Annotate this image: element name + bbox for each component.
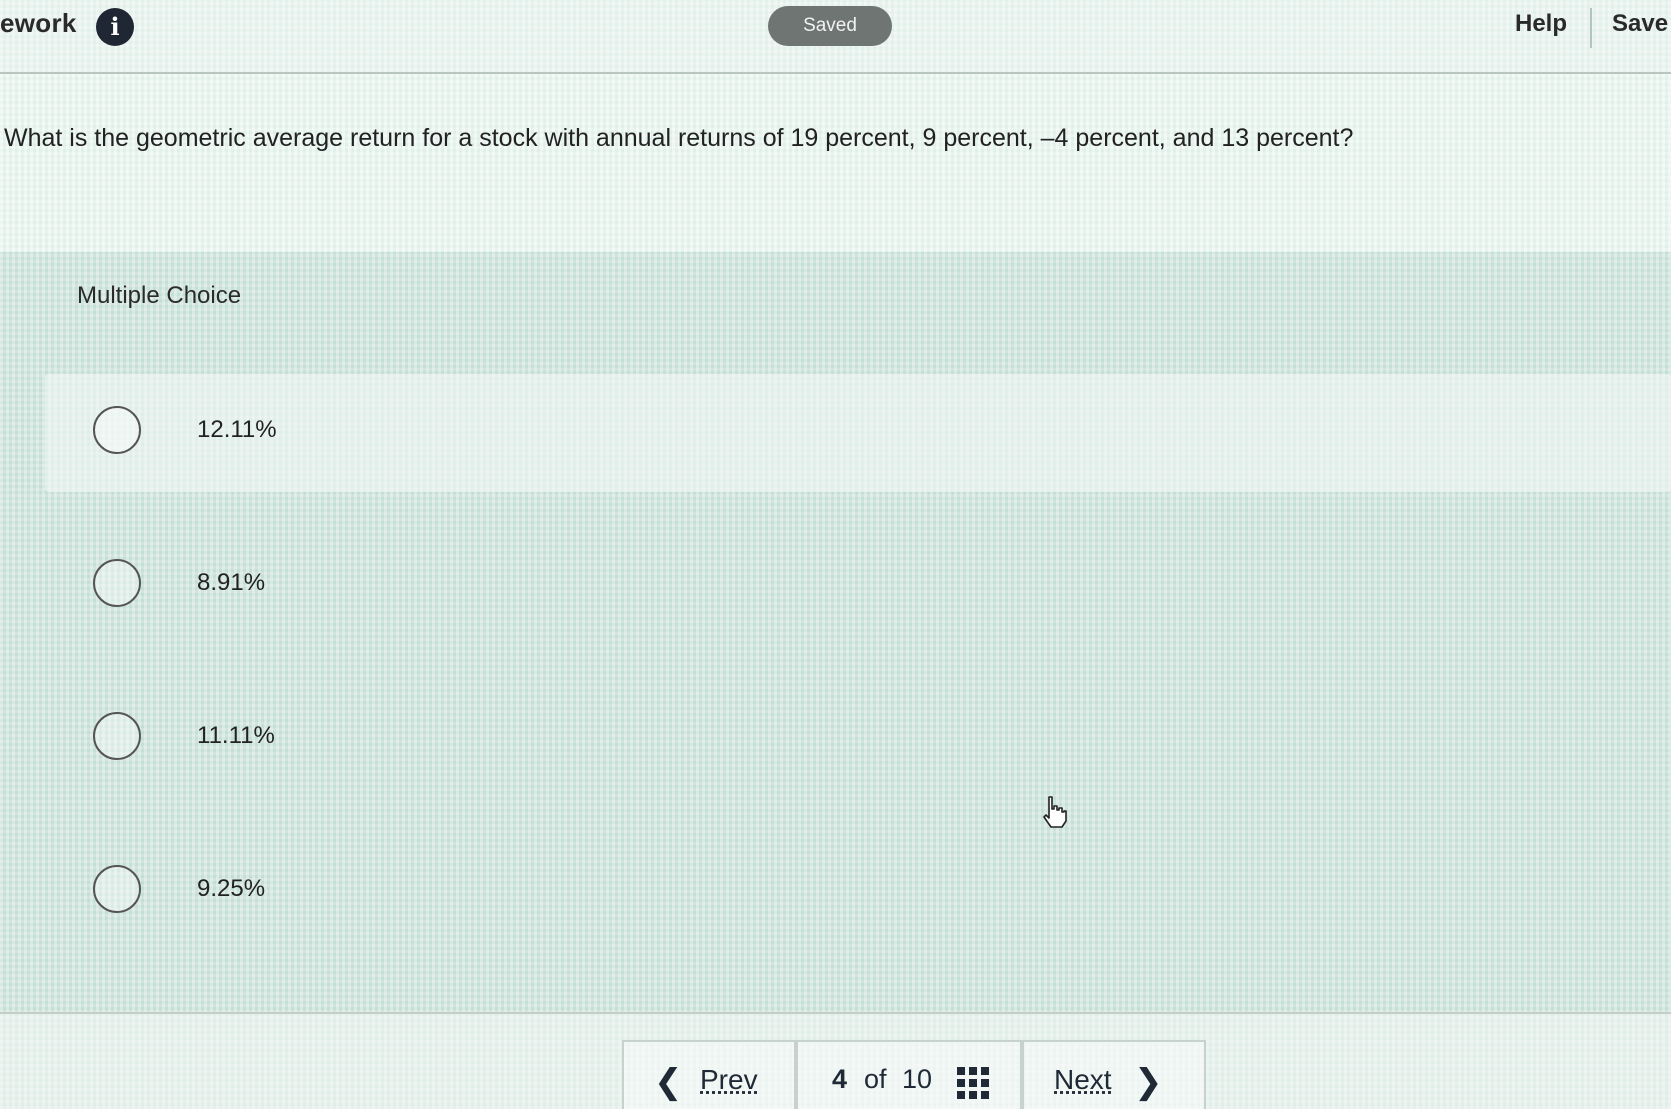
radio-button[interactable]	[93, 406, 141, 454]
chevron-right-icon: ❯	[1134, 1063, 1163, 1101]
page-of-label: of	[864, 1064, 887, 1094]
answer-panel: Multiple Choice 12.11% 8.91% 11.11% 9.25…	[0, 252, 1671, 1012]
header-divider	[1590, 8, 1592, 48]
choice-option-1[interactable]: 12.11%	[45, 374, 1671, 492]
hand-cursor-icon	[1043, 796, 1067, 828]
choice-label: 9.25%	[197, 875, 266, 902]
next-button[interactable]: Next ❯	[1022, 1040, 1206, 1109]
radio-button[interactable]	[93, 712, 141, 760]
question-text: What is the geometric average return for…	[4, 124, 1354, 152]
choice-option-2[interactable]: 8.91%	[45, 527, 1671, 645]
grid-icon[interactable]	[956, 1066, 990, 1100]
total-pages-number: 10	[902, 1064, 933, 1094]
save-button[interactable]: Save	[1612, 10, 1668, 38]
prev-label: Prev	[700, 1064, 758, 1095]
next-label: Next	[1054, 1064, 1112, 1095]
page: ework i Saved Help Save What is the geom…	[0, 0, 1671, 1109]
help-button[interactable]: Help	[1515, 10, 1567, 38]
question-panel: What is the geometric average return for…	[0, 74, 1671, 252]
app-title: ework	[0, 8, 77, 38]
choice-option-4[interactable]: 9.25%	[45, 833, 1671, 951]
choice-option-3[interactable]: 11.11%	[45, 680, 1671, 798]
choice-label: 11.11%	[197, 722, 275, 749]
prev-button[interactable]: ❮ Prev	[622, 1040, 796, 1109]
chevron-left-icon: ❮	[654, 1063, 683, 1101]
current-page-number: 4	[832, 1064, 848, 1094]
header-bar: ework i Saved Help Save	[0, 0, 1671, 74]
question-counter[interactable]: 4 of 10	[796, 1040, 1022, 1109]
saved-status-badge: Saved	[768, 6, 892, 46]
question-type-label: Multiple Choice	[77, 282, 242, 309]
info-icon[interactable]: i	[96, 8, 134, 46]
choice-label: 8.91%	[197, 569, 266, 596]
radio-button[interactable]	[93, 559, 141, 607]
bottom-navigation: ❮ Prev 4 of 10 Next ❯	[0, 1012, 1671, 1109]
choice-label: 12.11%	[197, 416, 277, 443]
radio-button[interactable]	[93, 865, 141, 913]
